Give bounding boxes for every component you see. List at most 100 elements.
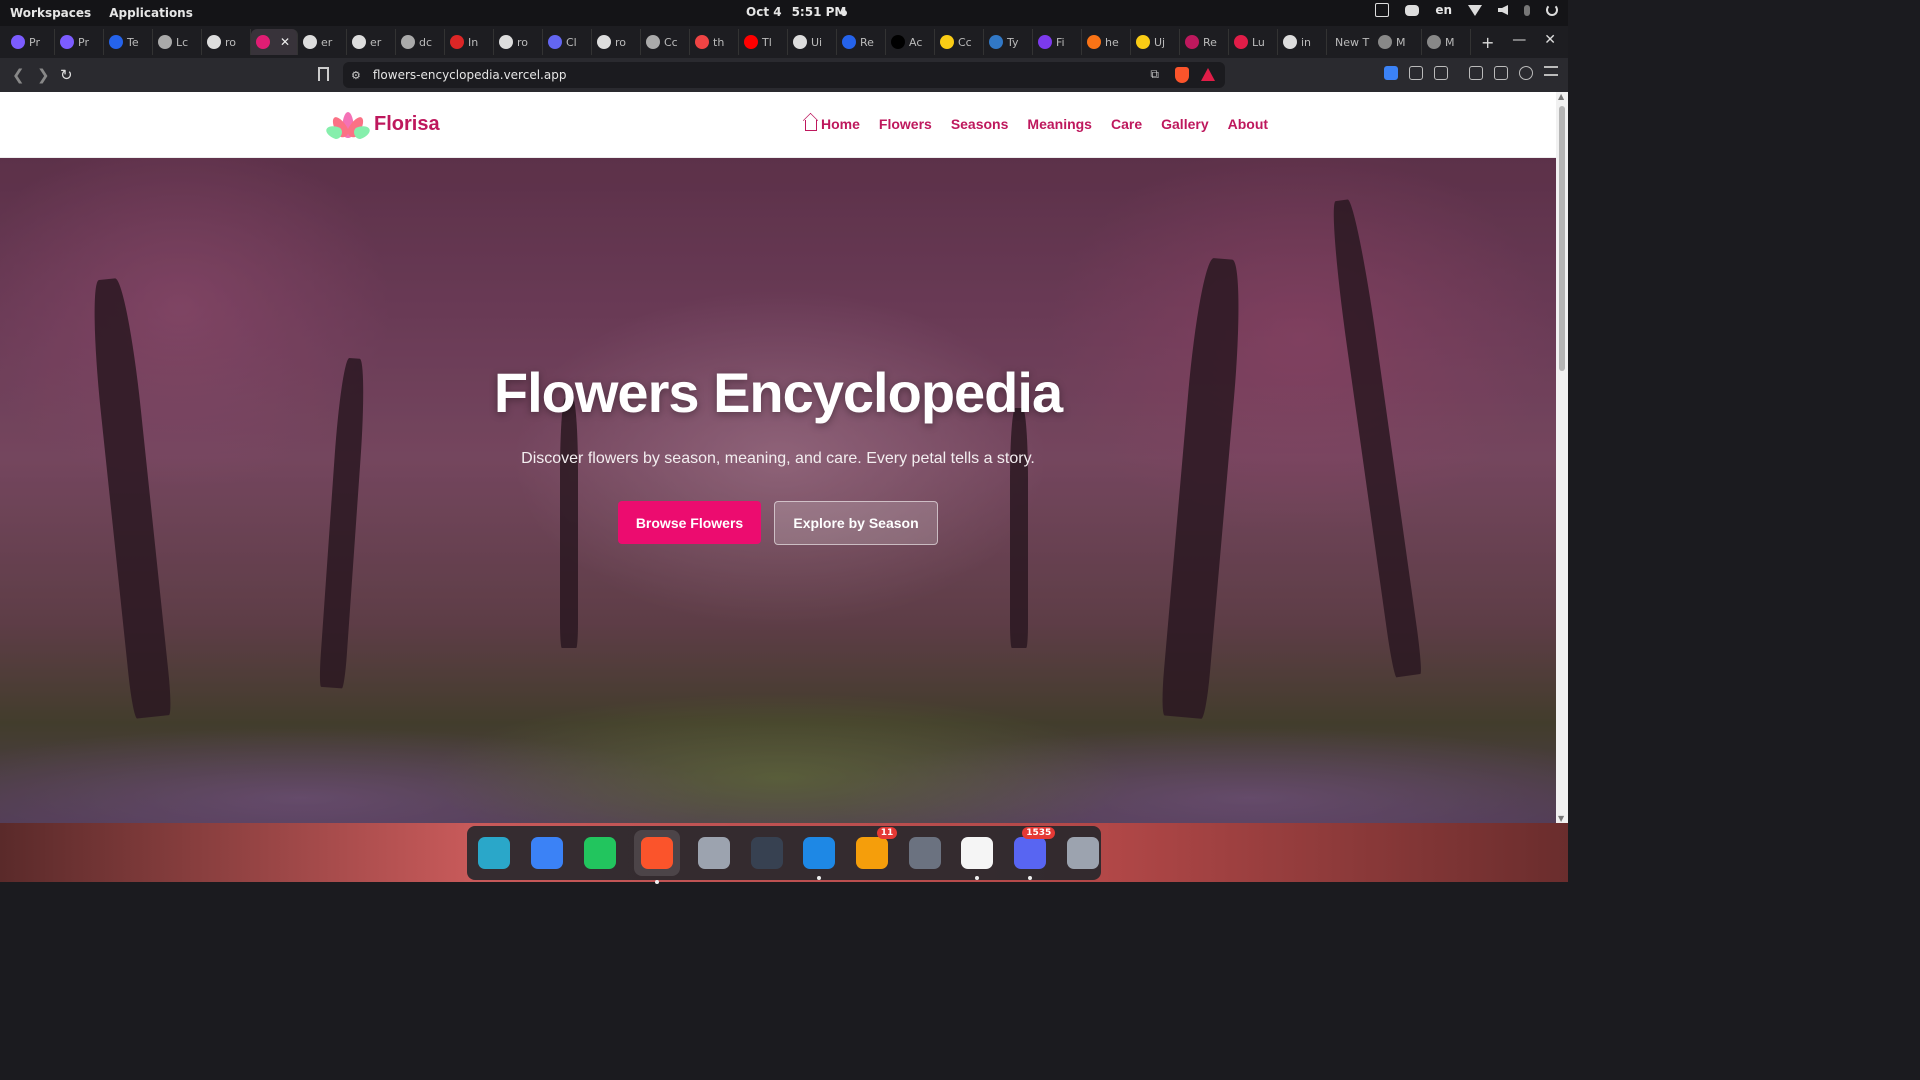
app-icon xyxy=(450,35,464,49)
scroll-down-icon[interactable]: ▼ xyxy=(1558,814,1564,823)
browser-tab[interactable]: er xyxy=(347,29,396,55)
running-indicator xyxy=(1027,875,1032,880)
typescript-icon xyxy=(989,35,1003,49)
app-icon xyxy=(1087,35,1101,49)
browser-tab[interactable]: Cl xyxy=(543,29,592,55)
url-text[interactable]: flowers-encyclopedia.vercel.app xyxy=(373,68,567,82)
nav-care[interactable]: Care xyxy=(1111,116,1142,132)
menu-icon[interactable] xyxy=(1544,66,1558,76)
back-button[interactable]: ❮ xyxy=(12,66,25,84)
browser-tab-strip: Pr Pr Te Lc ro ✕ er er dc In ro Cl ro Cc th Tl Ui Re Ac Cc T… xyxy=(0,26,1568,58)
main-nav: Home Flowers Seasons Meanings Care Galle… xyxy=(805,116,1268,132)
dock-item[interactable] xyxy=(581,835,618,872)
browser-tab[interactable]: Fi xyxy=(1033,29,1082,55)
dock-item[interactable] xyxy=(696,835,733,872)
browser-tab[interactable]: dc xyxy=(396,29,445,55)
reading-list-icon[interactable] xyxy=(1384,66,1398,80)
page-scrollbar[interactable]: ▲ ▼ xyxy=(1556,92,1568,823)
browser-tab[interactable]: Re xyxy=(1180,29,1229,55)
close-window-icon[interactable]: ✕ xyxy=(1544,32,1556,48)
dock-item[interactable]: 11 xyxy=(854,826,898,872)
browser-tab[interactable]: Uj xyxy=(1131,29,1180,55)
forward-button[interactable]: ❯ xyxy=(37,66,50,84)
brave-rewards-icon[interactable] xyxy=(1201,68,1215,81)
nav-flowers[interactable]: Flowers xyxy=(879,116,932,132)
scrollbar-thumb[interactable] xyxy=(1559,106,1565,371)
browser-tab[interactable]: Lc xyxy=(153,29,202,55)
close-tab-icon[interactable]: ✕ xyxy=(280,35,290,49)
browser-tab[interactable]: Re xyxy=(837,29,886,55)
leo-ai-icon[interactable] xyxy=(1519,66,1533,80)
browser-tab[interactable]: Ui xyxy=(788,29,837,55)
nav-home[interactable]: Home xyxy=(805,116,860,132)
browser-tab[interactable]: M xyxy=(1373,29,1422,55)
clock[interactable]: Oct 4 5:51 PM xyxy=(746,5,846,19)
nav-meanings[interactable]: Meanings xyxy=(1027,116,1092,132)
nav-seasons[interactable]: Seasons xyxy=(951,116,1009,132)
dock-item[interactable] xyxy=(1064,835,1101,872)
browser-tab[interactable]: ro xyxy=(494,29,543,55)
workspaces-menu[interactable]: Workspaces xyxy=(10,6,91,20)
bookmark-icon[interactable] xyxy=(318,67,329,81)
new-tab-tab[interactable]: New T xyxy=(1327,36,1373,49)
address-bar[interactable]: ⚙ flowers-encyclopedia.vercel.app ⧉ xyxy=(343,62,1225,88)
screen-icon[interactable] xyxy=(1375,3,1390,17)
discord-tray-icon[interactable] xyxy=(1405,4,1420,16)
browser-tab[interactable]: Pr xyxy=(6,29,55,55)
browser-tab[interactable]: he xyxy=(1082,29,1131,55)
nav-gallery[interactable]: Gallery xyxy=(1161,116,1208,132)
wifi-icon[interactable] xyxy=(1468,4,1482,16)
browser-tab[interactable]: Lu xyxy=(1229,29,1278,55)
dock-item[interactable] xyxy=(801,835,838,880)
volume-icon[interactable] xyxy=(1498,5,1508,15)
browser-tab[interactable]: Cc xyxy=(935,29,984,55)
share-icon[interactable]: ⧉ xyxy=(1150,67,1159,82)
dock-item[interactable] xyxy=(529,835,566,872)
explore-by-season-button[interactable]: Explore by Season xyxy=(774,501,938,545)
dock-item[interactable] xyxy=(748,835,785,872)
extensions-icon[interactable] xyxy=(1409,66,1423,80)
browser-tab[interactable]: Tl xyxy=(739,29,788,55)
tab-title: Cc xyxy=(664,35,678,49)
hero-title: Flowers Encyclopedia xyxy=(493,361,1063,424)
minimize-icon[interactable]: — xyxy=(1512,32,1526,48)
dock-item[interactable] xyxy=(476,835,513,872)
browser-tab[interactable]: Ac xyxy=(886,29,935,55)
browser-tab[interactable]: Pr xyxy=(55,29,104,55)
microphone-icon[interactable] xyxy=(1524,4,1530,16)
browser-tab[interactable]: In xyxy=(445,29,494,55)
applications-menu[interactable]: Applications xyxy=(109,6,193,20)
site-info-icon[interactable]: ⚙ xyxy=(351,69,361,82)
browser-tab[interactable]: ✕ xyxy=(251,29,298,55)
browser-tab[interactable]: ro xyxy=(202,29,251,55)
brand-logo[interactable]: Florisa xyxy=(324,110,440,141)
app-icon xyxy=(842,35,856,49)
power-icon[interactable] xyxy=(1546,4,1558,16)
brave-shields-icon[interactable] xyxy=(1175,67,1189,83)
app-icon xyxy=(940,35,954,49)
browse-flowers-button[interactable]: Browse Flowers xyxy=(618,501,761,544)
browser-tab[interactable]: th xyxy=(690,29,739,55)
scroll-up-icon[interactable]: ▲ xyxy=(1558,92,1564,101)
browser-tab[interactable]: ro xyxy=(592,29,641,55)
browser-tab[interactable]: er xyxy=(298,29,347,55)
language-indicator[interactable]: en xyxy=(1435,3,1452,17)
new-tab-button[interactable]: + xyxy=(1481,33,1494,52)
screenshot-extension-icon[interactable] xyxy=(1434,66,1448,80)
tab-title: M xyxy=(1396,35,1406,49)
reload-button[interactable]: ↻ xyxy=(60,66,73,84)
browser-tab[interactable]: Te xyxy=(104,29,153,55)
wallet-icon[interactable] xyxy=(1494,66,1508,80)
dock-item[interactable] xyxy=(959,835,996,880)
dock-item[interactable]: 1535 xyxy=(1012,826,1056,880)
browser-tab[interactable]: Cc xyxy=(641,29,690,55)
browser-tab[interactable]: M xyxy=(1422,29,1471,55)
nav-about[interactable]: About xyxy=(1228,116,1268,132)
sidebar-toggle-icon[interactable] xyxy=(1469,66,1483,80)
dock-item[interactable] xyxy=(634,830,680,884)
browser-tab[interactable]: in xyxy=(1278,29,1327,55)
tab-title: th xyxy=(713,35,725,49)
browser-tab[interactable]: Ty xyxy=(984,29,1033,55)
flower-icon xyxy=(256,35,270,49)
dock-item[interactable] xyxy=(906,835,943,872)
